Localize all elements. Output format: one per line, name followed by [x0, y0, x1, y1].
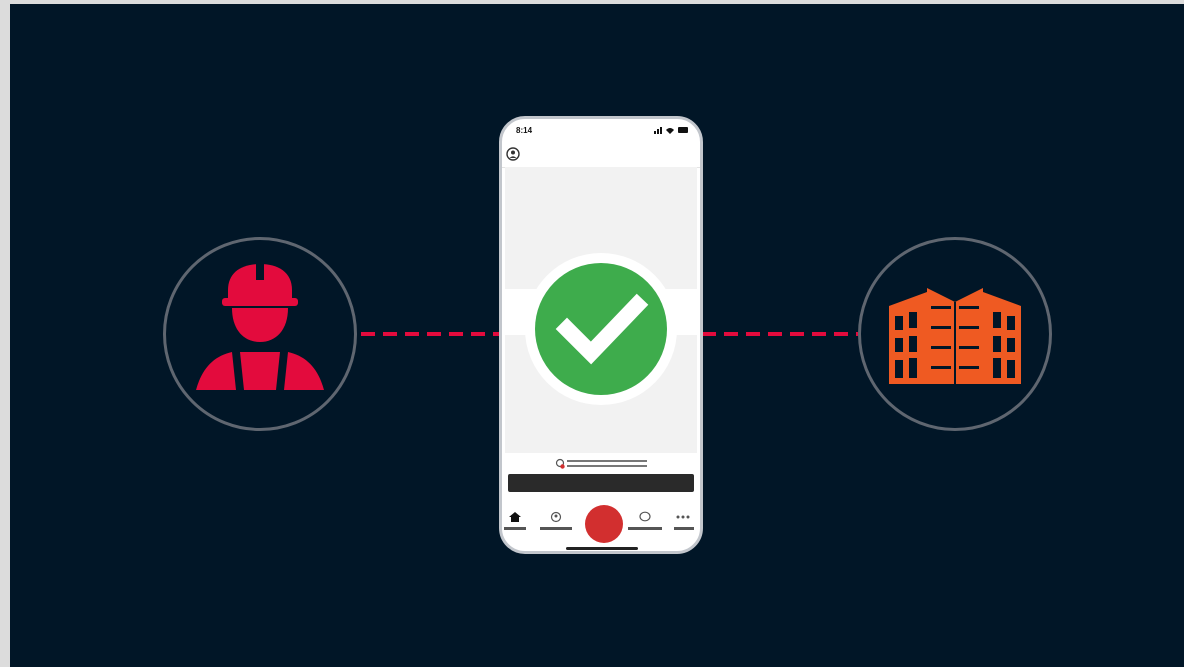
building-circle: [858, 237, 1052, 431]
success-badge: [521, 249, 681, 414]
action-bar[interactable]: [508, 474, 694, 492]
tab-label-map: [540, 527, 572, 530]
record-button[interactable]: [585, 505, 623, 543]
profile-icon[interactable]: [506, 147, 520, 161]
phone-mockup: 8:14: [499, 116, 703, 554]
building-icon: [889, 288, 1021, 384]
tab-label-chat: [628, 527, 662, 530]
signal-battery-icons: [654, 127, 688, 134]
status-time: 8:14: [516, 126, 533, 135]
app-top-bar: [502, 141, 700, 168]
more-dots-icon[interactable]: [676, 511, 690, 523]
worker-circle: [163, 237, 357, 431]
status-bar: 8:14: [502, 119, 700, 141]
dashed-connector-left: [361, 332, 501, 336]
illustration-canvas: 8:14: [10, 4, 1184, 667]
checkmark-icon: [525, 253, 677, 405]
home-indicator: [566, 547, 638, 550]
chat-bubble-icon[interactable]: [638, 511, 652, 523]
location-row: [555, 458, 647, 469]
confirmation-panel: [505, 167, 697, 453]
tab-label-more: [674, 527, 694, 530]
home-icon[interactable]: [508, 511, 522, 523]
location-pin-icon: [555, 458, 565, 469]
tab-label-home: [504, 527, 526, 530]
dashed-connector-right: [702, 332, 858, 336]
construction-worker-icon: [196, 264, 324, 390]
map-pin-icon[interactable]: [549, 511, 563, 523]
